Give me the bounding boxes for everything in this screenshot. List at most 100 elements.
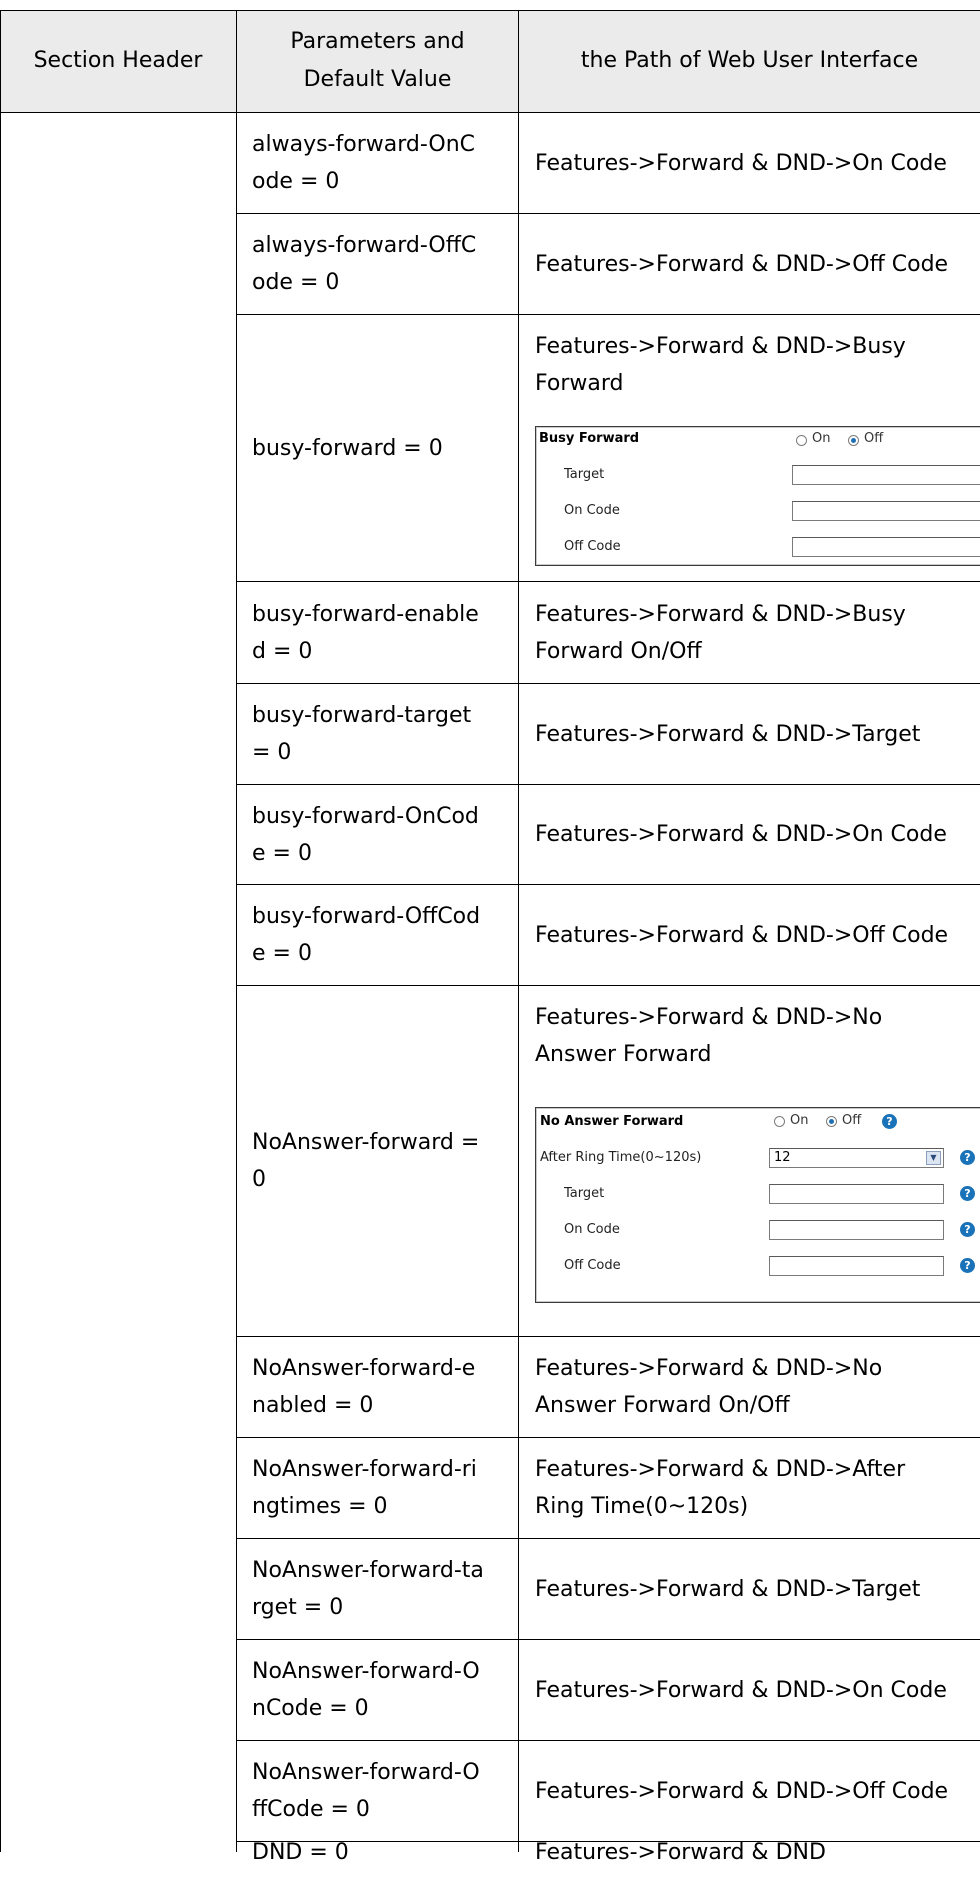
- column-divider-2: [518, 10, 519, 1852]
- busy-offcode-input[interactable]: [792, 537, 980, 557]
- noanswer-target-label: Target: [564, 1186, 605, 1201]
- help-icon[interactable]: ?: [882, 1114, 897, 1129]
- noanswer-target-input[interactable]: [769, 1184, 944, 1204]
- table-row-path: Features->Forward & DND->No Answer Forwar…: [535, 1337, 980, 1437]
- path-line2: Forward On/Off: [535, 638, 702, 664]
- table-row-param: NoAnswer-forward = 0: [252, 986, 517, 1336]
- busy-forward-off-radio[interactable]: [848, 435, 859, 446]
- noanswer-offcode-label: Off Code: [564, 1258, 621, 1273]
- param-line2: nabled = 0: [252, 1393, 374, 1418]
- param-line1: NoAnswer-forward-ta: [252, 1558, 484, 1583]
- busy-target-label: Target: [564, 467, 605, 482]
- ring-time-select[interactable]: 12 ▼: [769, 1148, 944, 1168]
- table-row-path: Features->Forward & DND->Off Code: [535, 214, 980, 314]
- param-line2: = 0: [252, 740, 292, 765]
- noanswer-off-radio[interactable]: [826, 1116, 837, 1127]
- noanswer-offcode-input[interactable]: [769, 1256, 944, 1276]
- table-row-param: busy-forward-OnCod e = 0: [252, 785, 517, 884]
- table-row-path: Features->Forward & DND->Target: [535, 1539, 980, 1639]
- noanswer-on-label: On: [790, 1113, 809, 1128]
- busy-target-input[interactable]: [792, 465, 980, 485]
- path-line1: Features->Forward & DND->Busy: [535, 601, 906, 627]
- table-border-left: [0, 10, 1, 1852]
- path-text: Features->Forward & DND->On Code: [535, 822, 947, 847]
- busy-forward-on-radio[interactable]: [796, 435, 807, 446]
- param-line2: ngtimes = 0: [252, 1494, 388, 1519]
- path-line2: Answer Forward: [535, 1042, 712, 1067]
- path-line2: Ring Time(0~120s): [535, 1494, 749, 1519]
- header-params-line1: Parameters and: [290, 29, 465, 54]
- param-line2: ode = 0: [252, 169, 340, 194]
- table-row-path: Features->Forward & DND->Busy Forward On/…: [535, 582, 980, 683]
- table-row-path: Features->Forward & DND->On Code: [535, 113, 980, 213]
- table-row-path: Features->Forward & DND->After Ring Time(…: [535, 1438, 980, 1538]
- path-line2: Answer Forward On/Off: [535, 1393, 790, 1418]
- table-row-param: always-forward-OnC ode = 0: [252, 113, 517, 213]
- noanswer-forward-title: No Answer Forward: [540, 1114, 684, 1129]
- param-line1: NoAnswer-forward =: [252, 1130, 480, 1155]
- param-line2: e = 0: [252, 941, 312, 966]
- table-row-param: busy-forward-enable d = 0: [252, 582, 517, 683]
- path-text: Features->Forward & DND->Target: [535, 721, 921, 747]
- chevron-down-icon[interactable]: ▼: [926, 1151, 941, 1165]
- param-line2: ffCode = 0: [252, 1797, 370, 1822]
- header-params-line2: Default Value: [303, 67, 452, 92]
- table-row-path: Features->Forward & DND->Off Code: [535, 885, 980, 985]
- help-icon[interactable]: ?: [960, 1222, 975, 1237]
- path-text: Features->Forward & DND->On Code: [535, 150, 947, 176]
- help-icon[interactable]: ?: [960, 1258, 975, 1273]
- table-row-param: always-forward-OffC ode = 0: [252, 214, 517, 314]
- param-line2: 0: [252, 1167, 266, 1192]
- path-line1: Features->Forward & DND->Busy: [535, 334, 906, 359]
- param-line2: e = 0: [252, 840, 312, 866]
- param-line2: rget = 0: [252, 1595, 344, 1620]
- param-line2: ode = 0: [252, 270, 340, 295]
- path-text: Features->Forward & DND: [535, 1840, 826, 1865]
- table-row-param: busy-forward-OffCod e = 0: [252, 885, 517, 985]
- table-row-param: NoAnswer-forward-e nabled = 0: [252, 1337, 517, 1437]
- busy-oncode-label: On Code: [564, 503, 620, 518]
- path-line1: Features->Forward & DND->No: [535, 1356, 883, 1381]
- param-line1: DND = 0: [252, 1840, 349, 1865]
- path-text: Features->Forward & DND->Target: [535, 1576, 921, 1602]
- param-line2: d = 0: [252, 638, 313, 664]
- table-row-param: NoAnswer-forward-ri ngtimes = 0: [252, 1438, 517, 1538]
- param-line1: always-forward-OffC: [252, 233, 477, 258]
- table-row-path: Features->Forward & DND->On Code: [535, 785, 980, 884]
- path-line1: Features->Forward & DND->After: [535, 1457, 906, 1482]
- table-row-path: Features->Forward & DND->Off Code: [535, 1741, 980, 1841]
- ring-time-label: After Ring Time(0~120s): [540, 1150, 702, 1165]
- param-line1: NoAnswer-forward-O: [252, 1659, 480, 1684]
- param-line1: busy-forward = 0: [252, 435, 443, 461]
- path-text: Features->Forward & DND->On Code: [535, 1677, 947, 1703]
- param-line1: busy-forward-OnCod: [252, 803, 479, 829]
- busy-forward-on-label: On: [812, 431, 831, 446]
- noanswer-oncode-input[interactable]: [769, 1220, 944, 1240]
- param-line1: NoAnswer-forward-O: [252, 1760, 480, 1785]
- header-path: the Path of Web User Interface: [519, 10, 980, 112]
- busy-forward-off-label: Off: [864, 431, 884, 446]
- table-row-param: DND = 0: [252, 1842, 517, 1882]
- param-line1: busy-forward-OffCod: [252, 904, 481, 929]
- param-line1: busy-forward-enable: [252, 601, 479, 627]
- path-text: Features->Forward & DND->Off Code: [535, 922, 949, 948]
- path-line2: Forward: [535, 371, 624, 396]
- help-icon[interactable]: ?: [960, 1186, 975, 1201]
- busy-oncode-input[interactable]: [792, 501, 980, 521]
- param-line1: NoAnswer-forward-ri: [252, 1457, 477, 1482]
- table-row-path: Features->Forward & DND->No Answer Forwa…: [535, 999, 975, 1073]
- ring-time-value: 12: [774, 1150, 791, 1165]
- table-row-param: NoAnswer-forward-ta rget = 0: [252, 1539, 517, 1639]
- help-icon[interactable]: ?: [960, 1150, 975, 1165]
- noanswer-on-radio[interactable]: [774, 1116, 785, 1127]
- table-row-param: busy-forward = 0: [252, 315, 517, 581]
- column-divider-1: [236, 10, 237, 1852]
- busy-forward-title: Busy Forward: [539, 431, 640, 446]
- table-row-param: busy-forward-target = 0: [252, 684, 517, 784]
- header-section-text: Section Header: [33, 48, 203, 73]
- path-line1: Features->Forward & DND->No: [535, 1005, 883, 1030]
- param-line2: nCode = 0: [252, 1696, 369, 1721]
- table-row-path: Features->Forward & DND->Busy Forward: [535, 328, 975, 402]
- table-row-path: Features->Forward & DND: [535, 1842, 980, 1882]
- param-line1: NoAnswer-forward-e: [252, 1356, 476, 1381]
